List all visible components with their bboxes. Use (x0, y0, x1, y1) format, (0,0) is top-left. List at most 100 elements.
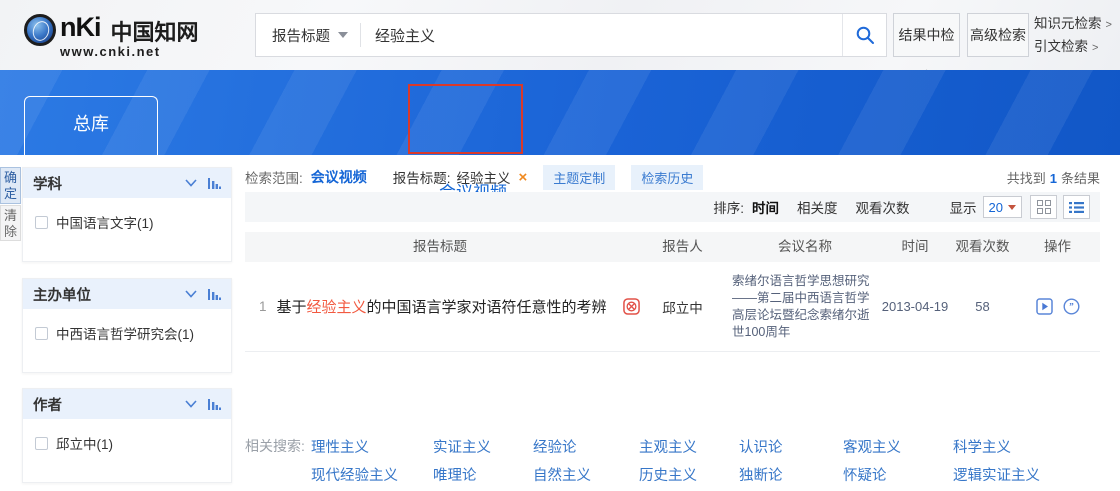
related-link[interactable]: 历史主义 (639, 464, 739, 485)
tab-zongku[interactable]: 总库 (24, 96, 158, 155)
sort-by-relevance[interactable]: 相关度 (797, 197, 838, 217)
filter-title: 主办单位 (33, 284, 175, 305)
knowledge-element-search-link[interactable]: 知识元检索> (1034, 16, 1112, 31)
condition-value: 经验主义 (457, 167, 511, 187)
row-index: 1 (259, 299, 267, 314)
search-in-results-button[interactable]: 结果中检索 (893, 13, 960, 57)
search-field-selector[interactable]: 报告标题 (256, 25, 360, 46)
search-icon (855, 25, 875, 45)
related-link[interactable]: 现代经验主义 (311, 464, 433, 485)
col-views: 观看次数 (950, 232, 1015, 262)
row-actions: ” (1015, 298, 1100, 315)
play-video-button[interactable] (1036, 298, 1053, 315)
sort-by-time[interactable]: 时间 (752, 197, 779, 217)
filter-item-label: 邱立中(1) (56, 433, 113, 453)
col-date: 时间 (880, 232, 950, 262)
filter-header: 学科 (23, 168, 231, 198)
filter-item-label: 中西语言哲学研究会(1) (56, 323, 194, 343)
related-link[interactable]: 独断论 (739, 464, 843, 485)
col-actions: 操作 (1015, 232, 1100, 262)
related-link[interactable]: 自然主义 (533, 464, 639, 485)
apply-filter-button[interactable]: 确定 (0, 167, 21, 204)
search-input[interactable] (361, 27, 842, 44)
result-table-header: 报告标题 报告人 会议名称 时间 观看次数 操作 (245, 232, 1100, 262)
arrow-right-icon: > (1106, 19, 1112, 31)
sort-by-views[interactable]: 观看次数 (856, 197, 910, 217)
collapse-chevron-icon[interactable] (185, 179, 197, 187)
citation-search-link[interactable]: 引文检索> (1034, 39, 1098, 54)
database-nav-bar: 总库 学术期刊 报纸 学位论文 年鉴 图书 专利 标准 成果 会议视频 (0, 70, 1120, 155)
related-link[interactable]: 逻辑实证主义 (953, 464, 1083, 485)
view-count: 58 (950, 299, 1015, 314)
search-box: 报告标题 (255, 13, 887, 57)
advanced-search-button[interactable]: 高级检索 (967, 13, 1029, 57)
bar-chart-icon[interactable] (207, 398, 221, 410)
filter-header: 主办单位 (23, 279, 231, 309)
search-button[interactable] (842, 14, 886, 56)
related-search: 相关搜索: 理性主义 实证主义 经验论 主观主义 认识论 客观主义 科学主义 现… (245, 432, 1100, 488)
chevron-down-icon (1008, 205, 1016, 210)
display-label: 显示 (950, 197, 977, 217)
related-search-label: 相关搜索: (245, 432, 307, 488)
filter-card-subject: 学科 中国语言文字(1) (22, 167, 232, 262)
filter-header: 作者 (23, 389, 231, 419)
checkbox[interactable] (35, 327, 48, 340)
col-title: 报告标题 (245, 232, 635, 262)
page-size-select[interactable]: 20 (983, 196, 1022, 218)
clear-filter-button[interactable]: 清除 (0, 205, 21, 241)
filter-item[interactable]: 中国语言文字(1) (23, 198, 231, 232)
chevron-down-icon (338, 32, 348, 38)
col-speaker: 报告人 (635, 232, 730, 262)
svg-text:”: ” (1069, 302, 1074, 312)
search-history-button[interactable]: 检索历史 (631, 165, 703, 190)
table-row: 1 基于经验主义的中国语言学家对语符任意性的考辨 邱立中 索绪尔语言哲学思想研究… (245, 262, 1100, 352)
related-link[interactable]: 客观主义 (843, 436, 953, 457)
search-scope-bar: 检索范围: 会议视频 报告标题: 经验主义 × 主题定制 检索历史 共找到1条结… (245, 165, 1100, 189)
related-link[interactable]: 实证主义 (433, 436, 533, 457)
bar-chart-icon[interactable] (207, 288, 221, 300)
scope-value[interactable]: 会议视频 (311, 167, 367, 187)
result-count-number: 1 (1050, 171, 1057, 186)
play-icon (1036, 298, 1053, 315)
scope-label: 检索范围: (245, 167, 303, 187)
cnki-cn-name: 中国知网 (111, 15, 199, 47)
collapse-chevron-icon[interactable] (185, 400, 197, 408)
arrow-right-icon: > (1092, 42, 1098, 54)
related-link[interactable]: 认识论 (739, 436, 843, 457)
cnki-site-url: www.cnki.net (60, 44, 161, 59)
list-view-button[interactable] (1063, 195, 1090, 219)
highlighted-keyword: 经验主义 (307, 299, 367, 316)
filter-title: 作者 (33, 394, 175, 415)
checkbox[interactable] (35, 437, 48, 450)
related-link[interactable]: 主观主义 (639, 436, 739, 457)
related-link[interactable]: 理性主义 (311, 436, 433, 457)
report-date: 2013-04-19 (880, 299, 950, 314)
collapse-chevron-icon[interactable] (185, 290, 197, 298)
result-title-link[interactable]: 基于经验主义的中国语言学家对语符任意性的考辨 (277, 296, 607, 317)
related-link[interactable]: 唯理论 (433, 464, 533, 485)
topic-subscribe-button[interactable]: 主题定制 (543, 165, 615, 190)
cnki-globe-icon (24, 14, 56, 46)
checkbox[interactable] (35, 216, 48, 229)
bar-chart-icon[interactable] (207, 177, 221, 189)
top-header: nKi 中国知网 www.cnki.net 报告标题 结果中检索 高级检索 知识… (0, 0, 1120, 70)
grid-view-button[interactable] (1030, 195, 1057, 219)
cite-button[interactable]: ” (1063, 298, 1080, 315)
speaker-name[interactable]: 邱立中 (635, 297, 730, 317)
top-links: 知识元检索> 引文检索> (1034, 13, 1114, 59)
filter-item[interactable]: 中西语言哲学研究会(1) (23, 309, 231, 343)
related-link[interactable]: 经验论 (533, 436, 639, 457)
cnki-brand-mark: nKi (60, 12, 101, 42)
filter-item-label: 中国语言文字(1) (56, 212, 154, 232)
search-field-label: 报告标题 (272, 25, 330, 46)
filter-card-organizer: 主办单位 中西语言哲学研究会(1) (22, 278, 232, 373)
cnki-logo[interactable]: nKi 中国知网 (24, 12, 199, 47)
result-title-cell: 1 基于经验主义的中国语言学家对语符任意性的考辨 (245, 296, 635, 317)
related-link[interactable]: 科学主义 (953, 436, 1083, 457)
remove-condition-icon[interactable]: × (519, 169, 528, 186)
related-link[interactable]: 怀疑论 (843, 464, 953, 485)
filter-item[interactable]: 邱立中(1) (23, 419, 231, 453)
sort-bar: 排序: 时间 相关度 观看次数 显示 20 (245, 192, 1100, 222)
sort-label: 排序: (713, 197, 744, 217)
conference-name[interactable]: 索绪尔语言哲学思想研究——第二届中西语言哲学高层论坛暨纪念索绪尔逝世100周年 (730, 273, 880, 341)
